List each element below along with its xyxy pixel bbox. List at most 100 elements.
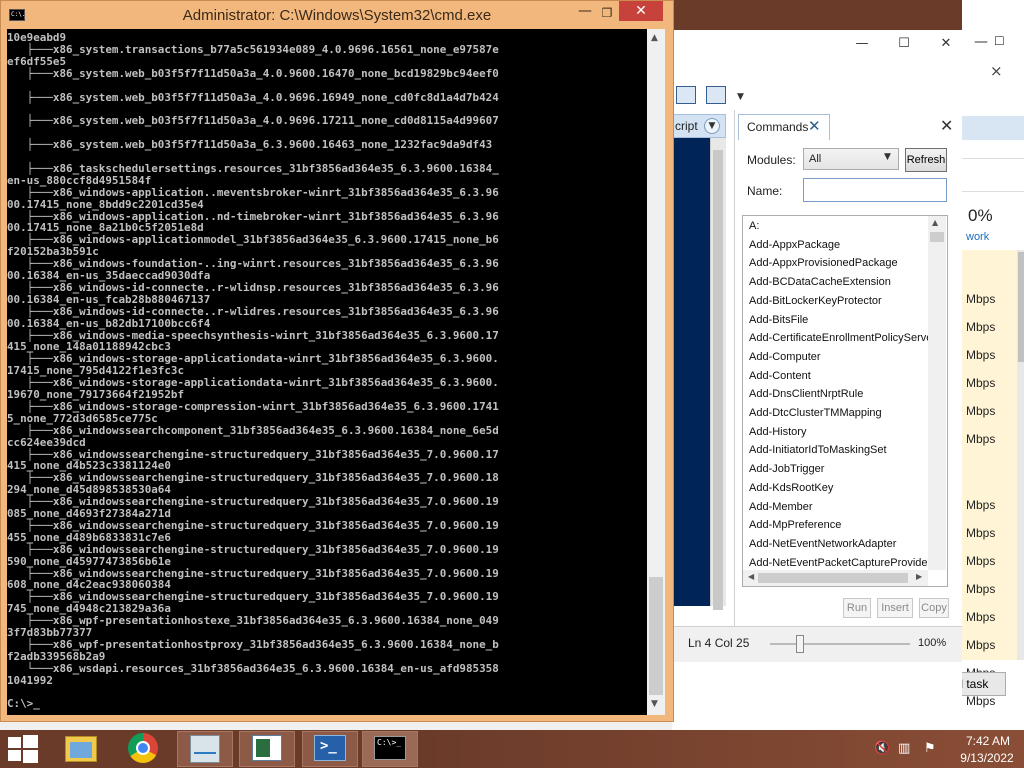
network-value: Mbps [966, 292, 996, 306]
script-editor[interactable] [672, 138, 710, 606]
command-list-item[interactable]: Add-History [749, 426, 806, 438]
windows-logo-icon[interactable] [8, 735, 38, 763]
show-script-pane-icon[interactable] [706, 86, 726, 104]
cmd-window[interactable]: C:\. Administrator: C:\Windows\System32\… [0, 0, 674, 722]
console-line: ├───x86_system.transactions_b77a5c561934… [7, 42, 499, 56]
command-list[interactable]: A: Add-AppxPackage Add-AppxProvisionedPack… [742, 215, 948, 587]
name-label: Name: [747, 184, 783, 198]
network-icon[interactable]: ▥ [898, 741, 910, 756]
command-list-item[interactable]: Add-InitiatorIdToMaskingSet [749, 444, 887, 456]
command-list-vscroll-thumb[interactable] [930, 232, 944, 242]
script-editor-scroll-thumb[interactable] [713, 150, 723, 610]
cmd-close-button[interactable]: ✕ [619, 1, 663, 21]
action-center-flag-icon[interactable]: ⚑ [924, 741, 936, 756]
run-button[interactable]: Run [843, 598, 871, 618]
cmd-titlebar[interactable]: C:\. Administrator: C:\Windows\System32\… [1, 1, 673, 29]
zoom-slider-thumb[interactable] [796, 635, 804, 653]
chrome-icon-center [136, 741, 150, 755]
command-list-vscrollbar[interactable] [928, 216, 946, 570]
ise-close-button[interactable]: ✕ [936, 34, 956, 54]
command-list-item[interactable]: Add-JobTrigger [749, 463, 824, 475]
network-value: Mbps [966, 694, 996, 708]
task-manager-minimize-button[interactable]: — [974, 34, 994, 54]
scroll-right-arrow-icon[interactable]: ▶ [916, 572, 922, 581]
clock-time[interactable]: 7:42 AM [958, 734, 1018, 748]
command-list-item[interactable]: Add-BCDataCacheExtension [749, 276, 891, 288]
command-list-item[interactable]: Add-CertificateEnrollmentPolicyServe [749, 332, 932, 344]
network-value: Mbps [966, 526, 996, 540]
ise-minimize-button[interactable]: — [852, 34, 872, 54]
console-output[interactable]: 10e9eabd9 ├───x86_system.transactions_b7… [7, 29, 647, 715]
console-line: ├───x86_system.web_b03f5f7f11d50a3a_4.0.… [7, 66, 499, 80]
scroll-up-arrow-icon[interactable]: ▲ [932, 218, 938, 227]
script-tab-expand-icon[interactable]: ▼ [704, 118, 720, 134]
command-list-hscroll-thumb[interactable] [758, 573, 908, 583]
network-column-header[interactable]: work [966, 231, 989, 243]
console-line: └───x86_wsdapi.resources_31bf3856ad364e3… [7, 661, 499, 675]
console-line: ├───x86_system.web_b03f5f7f11d50a3a_4.0.… [7, 90, 499, 104]
console-line: ├───x86_system.web_b03f5f7f11d50a3a_6.3.… [7, 138, 493, 152]
file-explorer-icon-detail [70, 742, 92, 758]
console-line: ├───x86_system.web_b03f5f7f11d50a3a_4.0.… [7, 114, 499, 128]
zoom-level: 100% [918, 637, 947, 649]
command-list-item[interactable]: Add-MpPreference [749, 519, 841, 531]
cmd-maximize-button[interactable]: ❐ [597, 3, 617, 23]
command-list-item[interactable]: Add-NetEventPacketCaptureProvider [749, 557, 931, 569]
command-name-input[interactable] [803, 178, 947, 202]
copy-button[interactable]: Copy [919, 598, 949, 618]
line-column-indicator: Ln 4 Col 25 [688, 636, 750, 650]
command-list-item[interactable]: Add-NetEventNetworkAdapter [749, 538, 896, 550]
command-list-item[interactable]: Add-AppxPackage [749, 239, 840, 251]
network-value: Mbps [966, 320, 996, 334]
commands-pane-close-icon[interactable]: ✕ [940, 116, 953, 135]
refresh-button[interactable]: Refresh [905, 148, 947, 172]
task-manager-process-list[interactable] [961, 250, 1017, 660]
network-value: Mbps [966, 498, 996, 512]
desktop-background-strip [672, 0, 962, 30]
ise-maximize-button[interactable]: ☐ [894, 34, 914, 54]
toggle-script-pane-icon[interactable] [676, 86, 696, 104]
command-list-item[interactable]: Add-DnsClientNrptRule [749, 388, 863, 400]
command-list-item[interactable]: Add-Content [749, 370, 811, 382]
commands-tab-close-icon[interactable]: ✕ [808, 117, 821, 135]
command-list-item[interactable]: A: [749, 220, 759, 232]
console-line: 1041992 [7, 673, 53, 687]
task-manager-tab-strip [961, 116, 1024, 140]
windows-logo-pane [23, 750, 38, 763]
windows-logo-pane [8, 737, 21, 748]
network-value: Mbps [966, 404, 996, 418]
ise-titlebar[interactable] [672, 30, 962, 60]
command-list-item[interactable]: Add-DtcClusterTMMapping [749, 407, 882, 419]
console-scroll-thumb[interactable] [649, 577, 663, 695]
command-list-item[interactable]: Add-Computer [749, 351, 821, 363]
commands-tab-label: Commands [747, 120, 809, 134]
insert-button[interactable]: Insert [877, 598, 913, 618]
remote-desktop-icon-detail [256, 739, 270, 757]
scroll-up-arrow-icon[interactable]: ▲ [651, 33, 658, 43]
toolbar-overflow-icon[interactable]: ▼ [737, 92, 744, 102]
ise-help-close-icon[interactable]: × [990, 62, 1003, 80]
speaker-muted-icon[interactable]: 🔇 [874, 741, 890, 756]
chevron-down-icon[interactable]: ▼ [884, 152, 891, 162]
task-manager-scroll-thumb[interactable] [1018, 252, 1024, 362]
command-list-item[interactable]: Add-AppxProvisionedPackage [749, 257, 898, 269]
command-list-item[interactable]: Add-BitsFile [749, 314, 808, 326]
network-value: Mbps [966, 582, 996, 596]
ise-menu-bar[interactable] [672, 60, 962, 84]
clock-date[interactable]: 9/13/2022 [952, 751, 1022, 765]
task-manager-titlebar[interactable] [961, 0, 1024, 36]
cmd-window-title: Administrator: C:\Windows\System32\cmd.e… [182, 7, 492, 24]
scroll-left-arrow-icon[interactable]: ◀ [748, 572, 754, 581]
command-list-item[interactable]: Add-KdsRootKey [749, 482, 833, 494]
command-list-item[interactable]: Add-Member [749, 501, 813, 513]
command-prompt-glyph: C:\>_ [377, 738, 402, 747]
cmd-minimize-button[interactable]: — [575, 3, 595, 23]
network-value: Mbps [966, 432, 996, 446]
command-list-item[interactable]: Add-BitLockerKeyProtector [749, 295, 882, 307]
task-manager-maximize-button[interactable]: ☐ [994, 34, 1014, 54]
scroll-down-arrow-icon[interactable]: ▼ [651, 699, 658, 709]
windows-logo-pane [23, 735, 38, 748]
network-percent: 0% [968, 206, 993, 225]
zoom-slider[interactable] [770, 643, 910, 645]
task-manager-scrollbar[interactable] [1017, 250, 1024, 660]
